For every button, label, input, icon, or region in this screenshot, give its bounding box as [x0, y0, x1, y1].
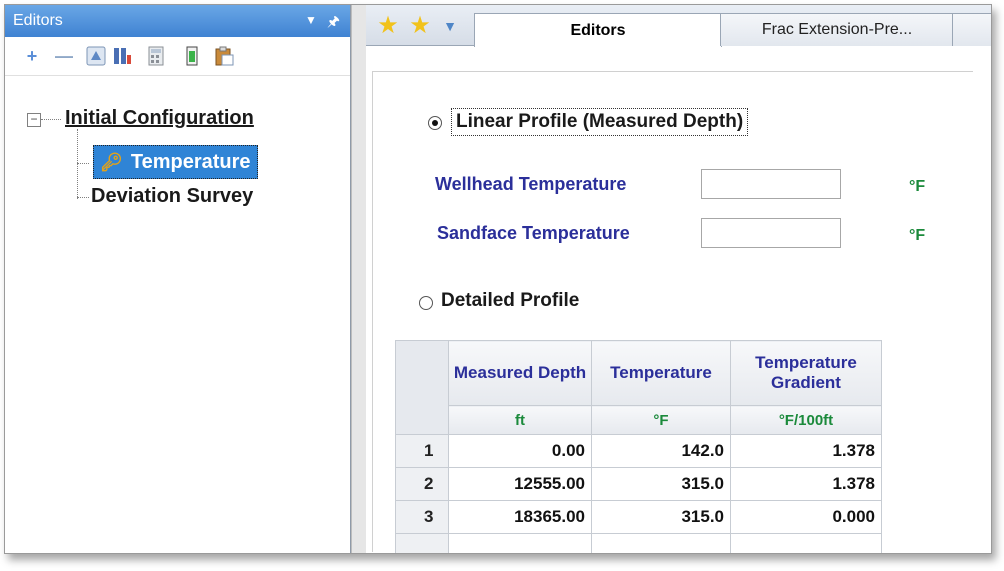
- table-header-row: Measured Depth Temperature Temperature G…: [395, 340, 882, 435]
- tree-node-label: Temperature: [130, 150, 251, 173]
- cell-measured-depth[interactable]: [448, 533, 592, 553]
- sandface-temperature-input[interactable]: [701, 218, 841, 248]
- remove-icon[interactable]: —: [53, 45, 75, 67]
- table-units-row: ft °F °F/100ft: [396, 405, 882, 435]
- green-indicator-icon[interactable]: [181, 45, 203, 67]
- wellhead-temperature-unit: °F: [909, 178, 926, 195]
- wellhead-temperature-label: Wellhead Temperature: [435, 174, 627, 194]
- cell-temperature-gradient[interactable]: 1.378: [730, 467, 882, 501]
- cell-measured-depth[interactable]: 18365.00: [448, 500, 592, 534]
- cell-temperature-gradient[interactable]: 1.378: [730, 434, 882, 468]
- cell-measured-depth[interactable]: 12555.00: [448, 467, 592, 501]
- detailed-profile-label[interactable]: Detailed Profile: [441, 290, 579, 312]
- editor-tree: − Initial Configuration 🔑︎ Temperature D…: [5, 79, 350, 379]
- cell-temperature-gradient[interactable]: [730, 533, 882, 553]
- row-number[interactable]: 1: [395, 434, 449, 468]
- key-icon: 🔑︎: [100, 151, 123, 172]
- tree-node-deviation-survey[interactable]: Deviation Survey: [91, 185, 253, 208]
- tab-strip: ★ ★ ▼ Editors Frac Extension-Pre...: [366, 5, 991, 47]
- table-row: 1 0.00 142.0 1.378: [395, 434, 882, 468]
- row-number[interactable]: 2: [395, 467, 449, 501]
- tab-overflow[interactable]: [952, 13, 991, 46]
- refresh-icon[interactable]: [85, 45, 107, 67]
- editors-toolbar: + —: [5, 39, 350, 76]
- linear-profile-radio[interactable]: [428, 116, 442, 130]
- application-window: Editors ▼ 🖈 + — − Initial Configuration …: [4, 4, 992, 554]
- tree-node-temperature[interactable]: 🔑︎ Temperature: [93, 145, 258, 179]
- tree-connector: [41, 119, 61, 120]
- cell-temperature[interactable]: 142.0: [591, 434, 731, 468]
- sandface-temperature-unit: °F: [909, 227, 926, 244]
- column-header-temperature[interactable]: Temperature: [591, 340, 731, 406]
- cell-temperature[interactable]: 315.0: [591, 500, 731, 534]
- columns-icon[interactable]: [111, 45, 133, 67]
- unit-measured-depth: ft: [448, 405, 592, 435]
- column-header-temperature-gradient[interactable]: Temperature Gradient: [730, 340, 882, 406]
- table-row: 2 12555.00 315.0 1.378: [395, 467, 882, 501]
- favorite-star-icon[interactable]: ★: [374, 13, 402, 39]
- cell-temperature-gradient[interactable]: 0.000: [730, 500, 882, 534]
- column-header-measured-depth[interactable]: Measured Depth: [448, 340, 592, 406]
- add-icon[interactable]: +: [21, 45, 43, 67]
- temperature-profile-table: Measured Depth Temperature Temperature G…: [395, 340, 882, 553]
- table-row: 3 18365.00 315.0 0.000: [395, 500, 882, 534]
- cell-measured-depth[interactable]: 0.00: [448, 434, 592, 468]
- temperature-editor: Linear Profile (Measured Depth) Wellhead…: [372, 71, 973, 553]
- add-favorite-star-icon[interactable]: ★: [406, 13, 434, 39]
- editors-panel-title: Editors: [13, 12, 63, 29]
- calculator-icon[interactable]: [145, 45, 167, 67]
- clipboard-icon[interactable]: [213, 45, 235, 67]
- sandface-temperature-label: Sandface Temperature: [437, 223, 630, 243]
- wellhead-temperature-input[interactable]: [701, 169, 841, 199]
- tab-list-dropdown-icon[interactable]: ▼: [438, 15, 462, 37]
- editors-panel: Editors ▼ 🖈 + — − Initial Configuration …: [5, 5, 351, 553]
- tab-editors[interactable]: Editors: [474, 13, 722, 47]
- pin-icon[interactable]: 🖈: [327, 11, 340, 35]
- cell-temperature[interactable]: [591, 533, 731, 553]
- table-row-empty: [395, 533, 882, 553]
- linear-profile-label[interactable]: Linear Profile (Measured Depth): [451, 108, 749, 136]
- cell-temperature[interactable]: 315.0: [591, 467, 731, 501]
- tree-connector: [77, 163, 89, 164]
- collapse-icon[interactable]: −: [27, 113, 41, 127]
- unit-temperature-gradient: °F/100ft: [730, 405, 882, 435]
- detailed-profile-radio[interactable]: [419, 296, 433, 310]
- tab-frac-extension[interactable]: Frac Extension-Pre...: [720, 13, 954, 46]
- unit-temperature: °F: [591, 405, 731, 435]
- row-number[interactable]: 3: [395, 500, 449, 534]
- panel-dropdown-icon[interactable]: ▼: [305, 13, 317, 27]
- editors-panel-titlebar: Editors ▼ 🖈: [5, 5, 350, 37]
- editor-content-area: ★ ★ ▼ Editors Frac Extension-Pre... Line…: [366, 5, 991, 553]
- row-number[interactable]: [395, 533, 449, 553]
- panel-splitter[interactable]: [351, 5, 367, 553]
- table-corner: [395, 340, 449, 435]
- tree-connector: [77, 129, 78, 199]
- tree-node-initial-configuration[interactable]: Initial Configuration: [65, 107, 254, 130]
- tree-connector: [77, 197, 89, 198]
